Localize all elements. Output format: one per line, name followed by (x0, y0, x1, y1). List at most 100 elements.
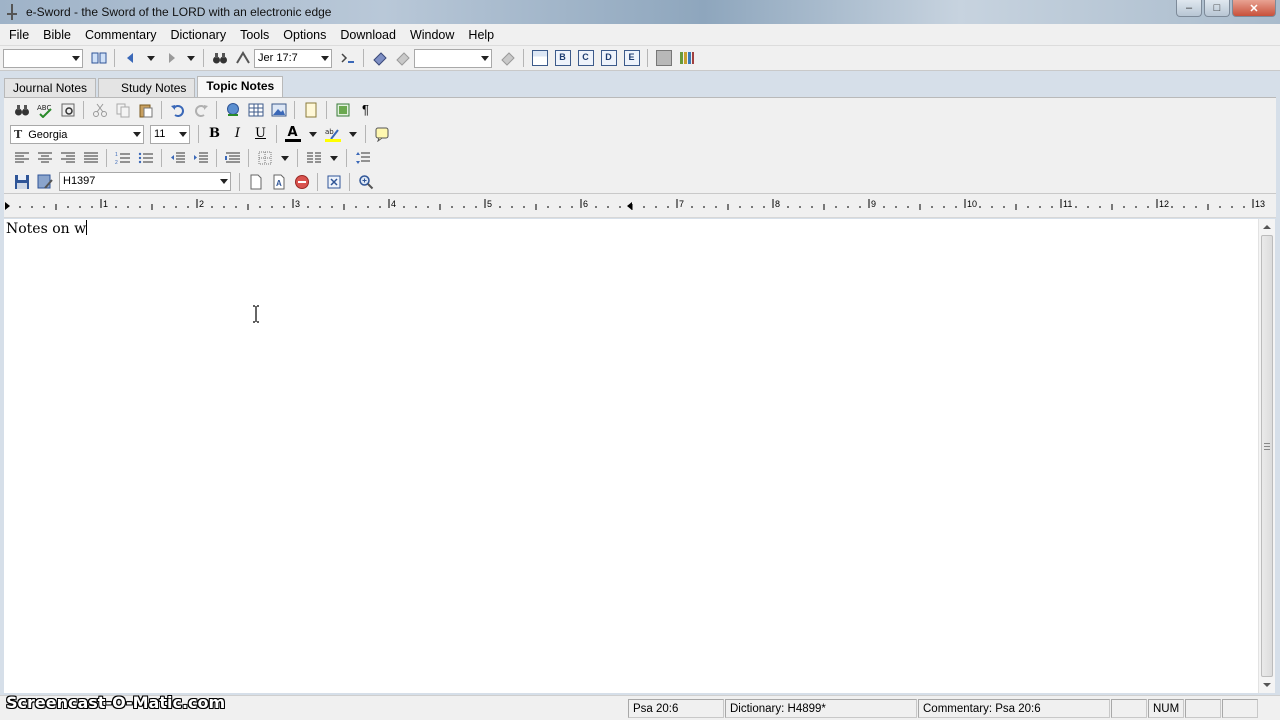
italic-button[interactable]: I (230, 126, 246, 142)
highlight-icon[interactable]: ab (324, 126, 341, 142)
font-select[interactable]: T Georgia (10, 124, 144, 144)
left-indent-marker[interactable] (5, 202, 10, 210)
save-as-icon[interactable] (37, 174, 53, 190)
font-size-select[interactable]: 11 (150, 124, 190, 144)
page-icon[interactable] (303, 102, 319, 118)
ruler-number: 7 (679, 199, 684, 209)
columns-dropdown-icon[interactable] (329, 150, 339, 166)
menu-dictionary[interactable]: Dictionary (164, 24, 234, 46)
bold-button[interactable]: B (207, 126, 223, 142)
svg-text:A: A (276, 179, 282, 188)
line-spacing-icon[interactable] (355, 150, 371, 166)
eraser-disabled-icon[interactable] (395, 50, 411, 66)
dictionary-view-button[interactable]: D (600, 50, 617, 66)
topic-notes-editor[interactable]: Notes on w (4, 219, 1258, 693)
menu-download[interactable]: Download (333, 24, 403, 46)
extra-select[interactable] (414, 48, 492, 68)
go-arrow-icon[interactable] (340, 50, 356, 66)
undo-icon[interactable] (170, 102, 186, 118)
back-dropdown-icon[interactable] (146, 50, 156, 66)
editor-content[interactable]: Notes on w (6, 220, 88, 237)
bullet-list-icon[interactable] (138, 150, 154, 166)
zoom-icon[interactable] (358, 174, 374, 190)
insert-image-icon[interactable] (271, 102, 287, 118)
align-left-icon[interactable] (14, 150, 30, 166)
scroll-thumb[interactable] (1261, 235, 1273, 677)
books-icon[interactable] (679, 50, 695, 66)
chevron-down-icon (321, 55, 329, 61)
chevron-down-icon (133, 131, 141, 137)
highlight-dropdown-icon[interactable] (348, 126, 358, 142)
export-icon[interactable] (326, 174, 342, 190)
new-topic-icon[interactable] (248, 174, 264, 190)
insert-table-icon[interactable] (248, 102, 264, 118)
binoculars-icon[interactable] (212, 50, 228, 66)
paragraph-format-icon[interactable] (224, 150, 241, 166)
ruler-number: 5 (487, 199, 492, 209)
spell-check-icon[interactable]: ABC (37, 102, 53, 119)
ruler-number: 9 (871, 199, 876, 209)
rename-topic-icon[interactable]: A (271, 174, 287, 190)
bible-select[interactable] (3, 48, 83, 68)
scroll-up-icon[interactable] (1263, 225, 1271, 229)
paste-icon[interactable] (138, 102, 154, 118)
toolbar-separator (203, 49, 204, 67)
layout-icon[interactable] (531, 50, 548, 66)
delete-topic-icon[interactable] (294, 174, 310, 190)
bible-view-button[interactable]: B (554, 50, 571, 66)
go-arrow-disabled-icon[interactable] (500, 50, 516, 66)
tab-study-notes[interactable]: Study Notes (98, 78, 196, 98)
font-color-button[interactable]: A (284, 126, 301, 142)
right-indent-marker[interactable] (627, 202, 632, 210)
menu-file[interactable]: File (0, 24, 36, 46)
ruler[interactable]: 1 2 3 4 5 6 7 8 9 10 11 12 13 (4, 194, 1276, 218)
borders-icon[interactable] (257, 150, 273, 166)
go-to-verse-icon[interactable] (235, 50, 251, 66)
commentary-view-button[interactable]: C (577, 50, 594, 66)
thesaurus-icon[interactable] (60, 102, 76, 118)
editor-view-button[interactable]: E (623, 50, 640, 66)
copy-icon[interactable] (115, 102, 131, 118)
underline-button[interactable]: U (253, 126, 269, 142)
back-icon[interactable] (123, 50, 139, 66)
sword-app-icon[interactable] (4, 4, 20, 20)
tab-topic-notes[interactable]: Topic Notes (197, 76, 284, 98)
menu-options[interactable]: Options (276, 24, 333, 46)
forward-dropdown-icon[interactable] (186, 50, 196, 66)
pilcrow-button[interactable]: ¶ (358, 102, 374, 118)
open-book-icon[interactable] (91, 50, 107, 66)
forward-icon[interactable] (163, 50, 179, 66)
menu-tools[interactable]: Tools (233, 24, 276, 46)
note-icon[interactable] (374, 126, 390, 143)
cut-icon[interactable] (92, 102, 108, 118)
save-icon[interactable] (14, 174, 30, 190)
redo-icon[interactable] (193, 102, 209, 118)
gray-square-icon[interactable] (655, 50, 672, 66)
tab-journal-notes[interactable]: Journal Notes (4, 78, 97, 98)
menu-commentary[interactable]: Commentary (78, 24, 164, 46)
minimize-button[interactable]: – (1176, 0, 1202, 17)
align-center-icon[interactable] (37, 150, 53, 166)
menu-bible[interactable]: Bible (36, 24, 78, 46)
decrease-indent-icon[interactable] (170, 150, 186, 166)
topic-select[interactable]: H1397 (59, 172, 231, 191)
font-color-dropdown-icon[interactable] (308, 126, 318, 142)
editor-text: Notes on w (6, 221, 87, 237)
verse-select[interactable]: Jer 17:7 (254, 48, 332, 68)
find-icon[interactable] (14, 102, 30, 118)
maximize-button[interactable]: □ (1204, 0, 1230, 17)
align-right-icon[interactable] (60, 150, 76, 166)
close-button[interactable]: ✕ (1232, 0, 1276, 17)
menu-help[interactable]: Help (461, 24, 501, 46)
scroll-down-icon[interactable] (1263, 683, 1271, 687)
hyperlink-icon[interactable] (225, 102, 241, 118)
vertical-scrollbar[interactable] (1258, 219, 1275, 693)
borders-dropdown-icon[interactable] (280, 150, 290, 166)
bookmark-icon[interactable] (335, 102, 351, 118)
justify-icon[interactable] (83, 150, 99, 166)
numbered-list-icon[interactable]: 12 (115, 150, 131, 166)
menu-window[interactable]: Window (403, 24, 461, 46)
eraser-icon[interactable] (372, 50, 388, 66)
increase-indent-icon[interactable] (193, 150, 209, 166)
columns-icon[interactable] (306, 150, 322, 166)
